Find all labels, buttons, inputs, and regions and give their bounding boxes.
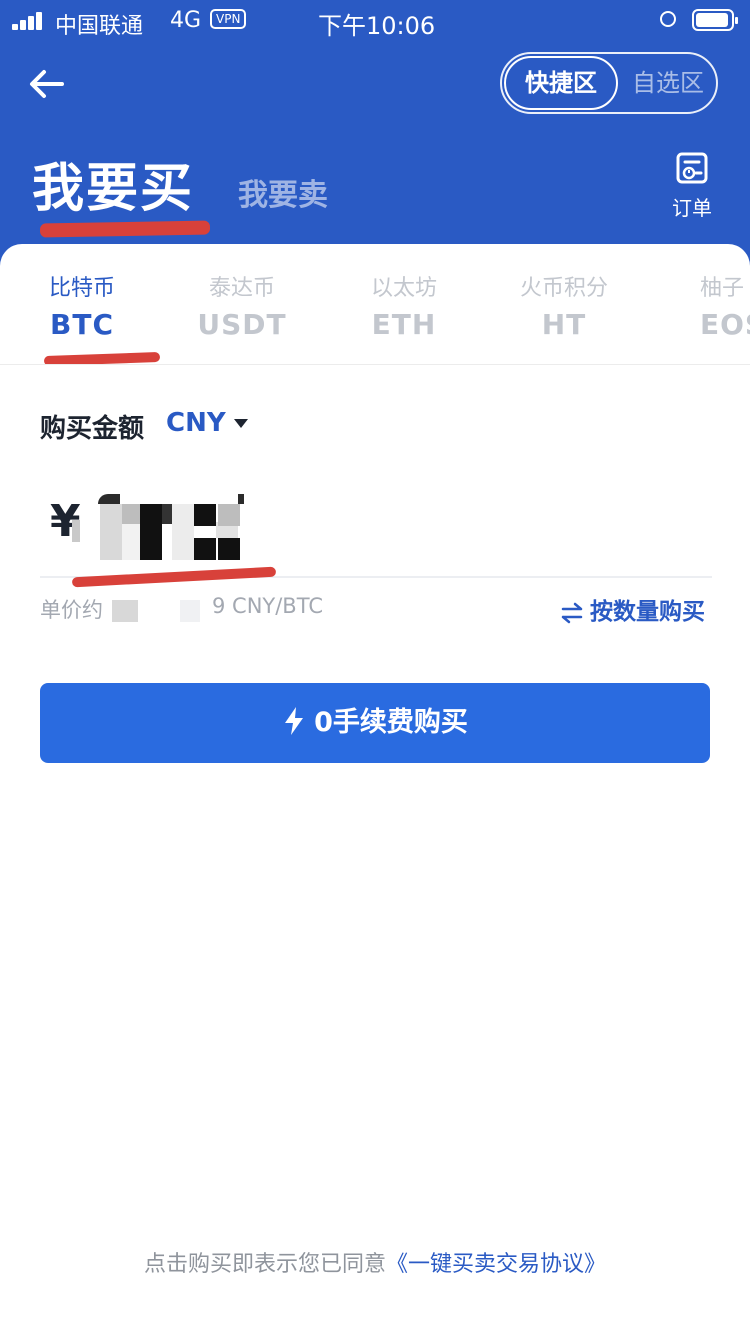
unit-price-value: 9 CNY/BTC: [212, 594, 323, 618]
annotation-underline-buy: [39, 220, 211, 238]
coin-tab-name: 比特币: [48, 276, 115, 301]
vpn-badge: VPN: [210, 9, 247, 29]
tab-buy[interactable]: 我要买: [32, 146, 194, 221]
coin-tab-code: EOS: [700, 308, 750, 341]
back-button[interactable]: [24, 62, 70, 108]
orders-button[interactable]: 订单: [664, 152, 720, 220]
coin-tab-usdt[interactable]: 泰达币 USDT: [167, 270, 317, 341]
battery-icon: [692, 9, 738, 31]
signal-icon: [12, 12, 44, 30]
agreement-text: 点击购买即表示您已同意: [143, 1252, 386, 1277]
orders-icon: [676, 152, 708, 184]
tab-sell[interactable]: 我要卖: [238, 170, 328, 214]
agreement-notice: 点击购买即表示您已同意《一键买卖交易协议》: [0, 1246, 750, 1278]
zero-fee-buy-button[interactable]: 0手续费购买: [40, 683, 710, 763]
status-time: 下午10:06: [318, 12, 436, 40]
carrier-name: 中国联通: [55, 14, 144, 39]
segment-quick[interactable]: 快捷区: [504, 56, 618, 110]
coin-tab-eth[interactable]: 以太坊 ETH: [329, 270, 479, 341]
amount-label: 购买金额: [40, 414, 145, 444]
annotation-underline-btc: [43, 351, 161, 364]
coin-tab-name: 以太坊: [370, 276, 437, 301]
buy-card: 比特币 BTC 泰达币 USDT 以太坊 ETH 火币积分 HT 柚子 EOS …: [0, 244, 750, 1334]
lightning-icon: [285, 706, 304, 735]
coin-tab-code: ETH: [371, 308, 437, 341]
caret-down-icon: [233, 419, 248, 428]
coin-tab-bar: 比特币 BTC 泰达币 USDT 以太坊 ETH 火币积分 HT 柚子 EOS: [0, 244, 750, 365]
coin-tab-code: USDT: [197, 308, 287, 341]
market-segment-control: 快捷区 自选区: [500, 52, 718, 114]
coin-tab-eos[interactable]: 柚子 EOS: [670, 270, 750, 341]
network-type: 4G: [170, 8, 202, 33]
agreement-link[interactable]: 《一键买卖交易协议》: [386, 1252, 606, 1277]
segment-custom[interactable]: 自选区: [622, 56, 714, 110]
currency-select[interactable]: CNY: [166, 408, 248, 438]
unit-price-label: 单价约: [40, 598, 103, 622]
orders-label: 订单: [672, 196, 712, 220]
coin-tab-name: 柚子: [700, 276, 745, 301]
coin-tab-code: BTC: [50, 308, 114, 341]
coin-tab-name: 泰达币: [208, 276, 275, 301]
coin-tab-ht[interactable]: 火币积分 HT: [489, 270, 639, 341]
coin-tab-name: 火币积分: [519, 276, 608, 301]
amount-input[interactable]: ¥: [40, 480, 712, 578]
currency-value: CNY: [166, 408, 226, 438]
coin-tab-btc[interactable]: 比特币 BTC: [7, 270, 157, 341]
status-bar: 中国联通 4G VPN 下午10:06: [0, 0, 750, 42]
coin-tab-code: HT: [541, 308, 587, 341]
rotation-lock-icon: [660, 11, 676, 27]
buy-by-quantity-link[interactable]: 按数量购买: [560, 592, 705, 626]
arrow-left-icon: [30, 70, 64, 98]
buy-button-label: 0手续费购买: [314, 707, 468, 738]
header: 中国联通 4G VPN 下午10:06 快捷区 自选区 我要买 我要卖 订单: [0, 0, 750, 280]
swap-icon: [561, 602, 583, 623]
buy-by-quantity-label: 按数量购买: [590, 599, 705, 625]
phone-screen: 中国联通 4G VPN 下午10:06 快捷区 自选区 我要买 我要卖 订单 比…: [0, 0, 750, 1334]
